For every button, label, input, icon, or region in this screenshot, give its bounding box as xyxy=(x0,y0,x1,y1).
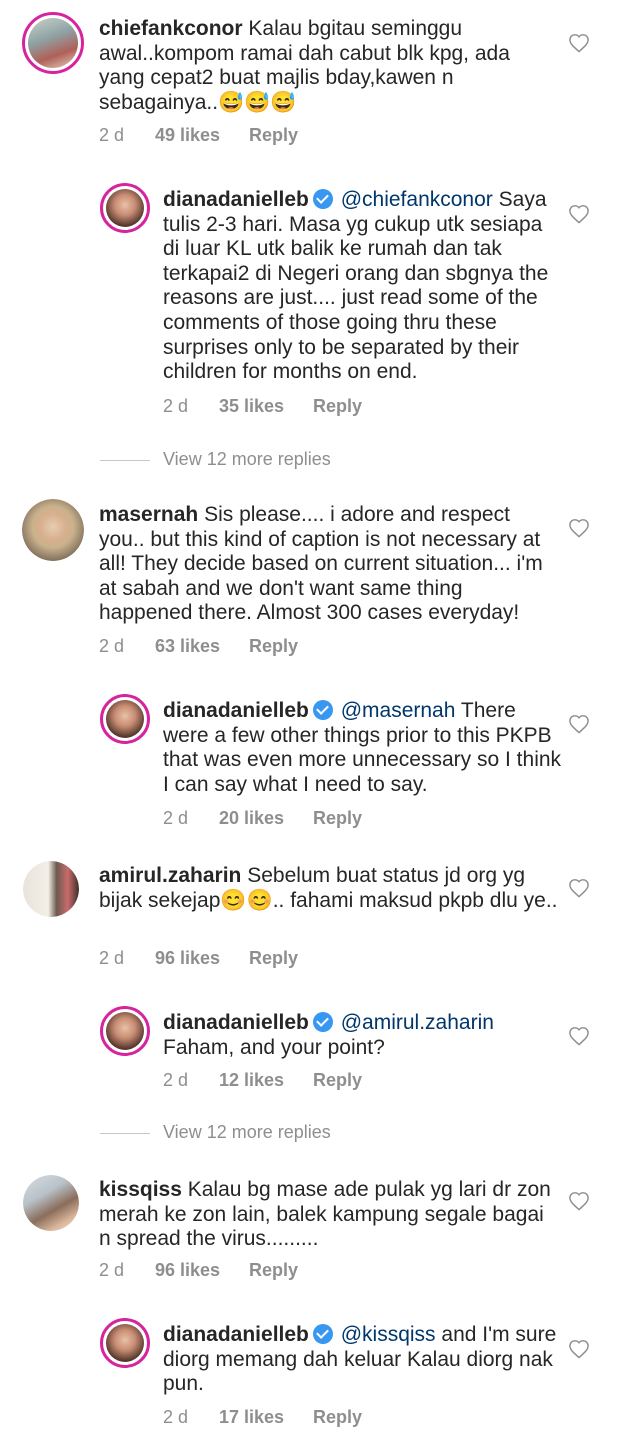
comment-meta: 2 d 17 likes Reply xyxy=(163,1407,362,1428)
heart-outline-icon[interactable] xyxy=(568,1191,590,1211)
view-more-replies[interactable]: View 12 more replies xyxy=(100,1122,331,1143)
mention-link[interactable]: @masernah xyxy=(341,699,456,722)
avatar[interactable] xyxy=(22,12,84,74)
comment-time: 2 d xyxy=(99,125,125,145)
comment-time: 2 d xyxy=(163,396,189,416)
comment-text: chiefankconor Kalau bgitau seminggu awal… xyxy=(99,17,559,115)
reply-button[interactable]: Reply xyxy=(313,1407,362,1428)
comment-likes[interactable]: 35 likes xyxy=(219,396,313,417)
comment-time: 2 d xyxy=(163,1070,189,1090)
comment-username[interactable]: dianadanielleb xyxy=(163,188,309,211)
mention-link[interactable]: @amirul.zaharin xyxy=(341,1011,494,1034)
comment-time: 2 d xyxy=(99,636,125,656)
comment-meta: 2 d 63 likes Reply xyxy=(99,636,298,657)
comment-text: masernah Sis please.... i adore and resp… xyxy=(99,503,559,626)
avatar[interactable] xyxy=(100,1318,150,1368)
comment-likes[interactable]: 17 likes xyxy=(219,1407,313,1428)
comment-username[interactable]: dianadanielleb xyxy=(163,1323,309,1346)
heart-outline-icon[interactable] xyxy=(568,33,590,53)
comment-body: Saya tulis 2-3 hari. Masa yg cukup utk s… xyxy=(163,188,549,384)
verified-badge-icon xyxy=(312,1324,333,1344)
comment-likes[interactable]: 96 likes xyxy=(155,1260,249,1281)
mention-link[interactable]: @kissqiss xyxy=(341,1323,436,1346)
heart-outline-icon[interactable] xyxy=(568,518,590,538)
comment-username[interactable]: kissqiss xyxy=(99,1178,182,1201)
comment-text: kissqiss Kalau bg mase ade pulak yg lari… xyxy=(99,1178,559,1252)
reply-button[interactable]: Reply xyxy=(313,808,362,829)
comment-meta: 2 d 35 likes Reply xyxy=(163,396,362,417)
mention-link[interactable]: @chiefankconor xyxy=(341,188,493,211)
verified-badge-icon xyxy=(312,1012,333,1032)
comment-likes[interactable]: 12 likes xyxy=(219,1070,313,1091)
comment-text: dianadanielleb @kissqiss and I'm sure di… xyxy=(163,1323,563,1397)
comment-time: 2 d xyxy=(99,948,125,968)
comment-meta: 2 d 96 likes Reply xyxy=(99,948,298,969)
avatar[interactable] xyxy=(100,694,150,744)
comment-likes[interactable]: 49 likes xyxy=(155,125,249,146)
comment-username[interactable]: dianadanielleb xyxy=(163,1011,309,1034)
reply-button[interactable]: Reply xyxy=(313,396,362,417)
comment-meta: 2 d 49 likes Reply xyxy=(99,125,298,146)
comment-meta: 2 d 12 likes Reply xyxy=(163,1070,362,1091)
divider xyxy=(100,1132,150,1134)
comment-text: amirul.zaharin Sebelum buat status jd or… xyxy=(99,864,559,913)
comment-text: dianadanielleb @chiefankconor Saya tulis… xyxy=(163,188,563,385)
divider xyxy=(100,459,150,461)
comment-username[interactable]: amirul.zaharin xyxy=(99,864,241,887)
comment-username[interactable]: dianadanielleb xyxy=(163,699,309,722)
verified-badge-icon xyxy=(312,700,333,720)
heart-outline-icon[interactable] xyxy=(568,714,590,734)
avatar[interactable] xyxy=(23,861,79,917)
comment-username[interactable]: chiefankconor xyxy=(99,17,243,40)
verified-badge-icon xyxy=(312,189,333,209)
comment-time: 2 d xyxy=(163,808,189,828)
avatar[interactable] xyxy=(100,1006,150,1056)
heart-outline-icon[interactable] xyxy=(568,1339,590,1359)
heart-outline-icon[interactable] xyxy=(568,878,590,898)
avatar[interactable] xyxy=(100,183,150,233)
comment-meta: 2 d 96 likes Reply xyxy=(99,1260,298,1281)
comment-username[interactable]: masernah xyxy=(99,503,198,526)
avatar[interactable] xyxy=(22,499,84,561)
comment-time: 2 d xyxy=(99,1260,125,1280)
heart-outline-icon[interactable] xyxy=(568,204,590,224)
comment-meta: 2 d 20 likes Reply xyxy=(163,808,362,829)
reply-button[interactable]: Reply xyxy=(249,1260,298,1281)
comment-likes[interactable]: 96 likes xyxy=(155,948,249,969)
reply-button[interactable]: Reply xyxy=(249,125,298,146)
reply-button[interactable]: Reply xyxy=(313,1070,362,1091)
comment-text: dianadanielleb @masernah There were a fe… xyxy=(163,699,563,797)
comment-likes[interactable]: 63 likes xyxy=(155,636,249,657)
comment-body: Faham, and your point? xyxy=(163,1035,385,1059)
view-more-replies[interactable]: View 12 more replies xyxy=(100,449,331,470)
reply-button[interactable]: Reply xyxy=(249,636,298,657)
avatar[interactable] xyxy=(23,1175,79,1231)
comment-time: 2 d xyxy=(163,1407,189,1427)
comment-text: dianadanielleb @amirul.zaharin Faham, an… xyxy=(163,1011,563,1060)
reply-button[interactable]: Reply xyxy=(249,948,298,969)
comment-likes[interactable]: 20 likes xyxy=(219,808,313,829)
heart-outline-icon[interactable] xyxy=(568,1026,590,1046)
